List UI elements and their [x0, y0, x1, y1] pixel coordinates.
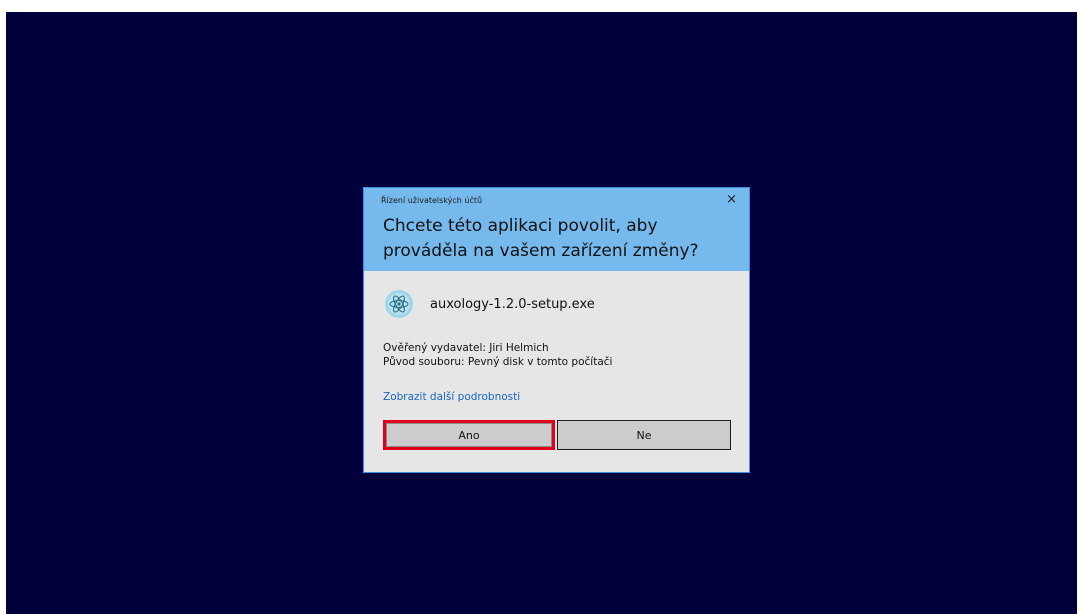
origin-text: Původ souboru: Pevný disk v tomto počíta… [383, 356, 613, 368]
no-button-label: Ne [636, 428, 652, 442]
atom-icon [385, 290, 413, 318]
app-row: auxology-1.2.0-setup.exe [384, 288, 595, 320]
close-icon[interactable]: × [726, 193, 737, 206]
yes-button-label: Ano [458, 428, 480, 442]
dialog-header: Řízení uživatelských účtů × Chcete této … [364, 188, 749, 271]
no-button[interactable]: Ne [557, 420, 731, 450]
uac-dialog: Řízení uživatelských účtů × Chcete této … [363, 187, 750, 473]
button-row: Ano Ne [383, 420, 731, 450]
desktop-background: Řízení uživatelských účtů × Chcete této … [6, 12, 1077, 614]
more-details-link[interactable]: Zobrazit další podrobnosti [383, 391, 520, 403]
yes-button[interactable]: Ano [383, 420, 555, 450]
publisher-text: Ověřený vydavatel: Jiri Helmich [383, 342, 549, 354]
details-block: Ověřený vydavatel: Jiri Helmich Původ so… [383, 341, 612, 369]
dialog-caption: Řízení uživatelských účtů [381, 196, 483, 205]
dialog-question: Chcete této aplikaci povolit, aby provád… [383, 216, 699, 261]
app-name: auxology-1.2.0-setup.exe [430, 296, 595, 312]
